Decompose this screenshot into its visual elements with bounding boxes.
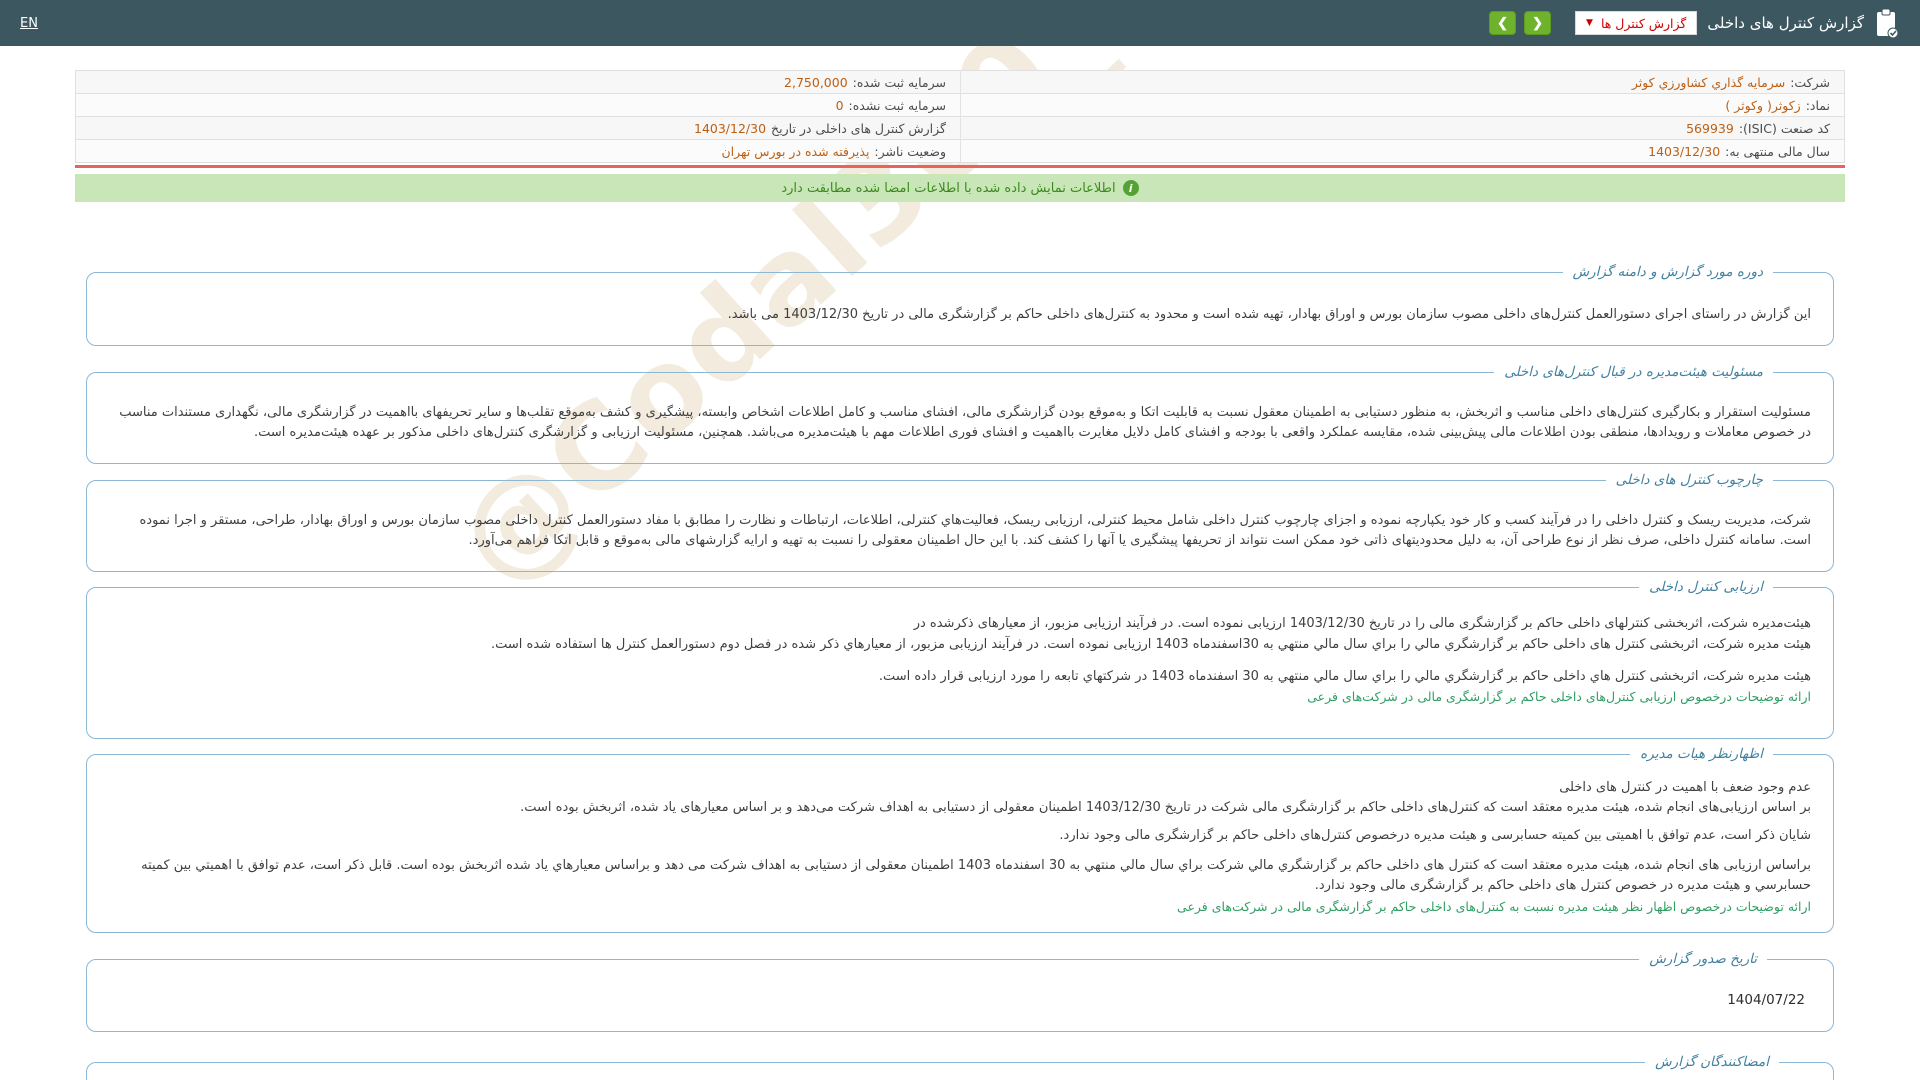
- fiscal-year-cell: سال مالی منتهی به: 1403/12/30: [960, 140, 1844, 162]
- opinion-line-1: عدم وجود ضعف با اهمیت در کنترل های داخلی: [109, 778, 1811, 798]
- fiscal-year-value: 1403/12/30: [1648, 144, 1720, 159]
- issuer-status-label: وضعیت ناشر:: [874, 144, 946, 159]
- isic-code-label: کد صنعت (ISIC):: [1739, 121, 1830, 136]
- section-issue-date-legend: تاریخ صدور گزارش: [1639, 949, 1767, 970]
- report-date-cell: گزارش کنترل های داخلی در تاریخ 1403/12/3…: [76, 117, 960, 139]
- red-divider: [75, 165, 1845, 168]
- report-period-text: این گزارش در راستای اجرای دستورالعمل کنت…: [109, 305, 1811, 325]
- issue-date-value: 1404/07/22: [115, 990, 1805, 1011]
- registered-capital-value: 2,750,000: [784, 75, 848, 90]
- section-issue-date: تاریخ صدور گزارش 1404/07/22: [86, 949, 1834, 1032]
- symbol-label: نماد:: [1806, 98, 1830, 113]
- report-type-dropdown[interactable]: گزارش کنترل ها ▼: [1575, 11, 1697, 35]
- banner-text: اطلاعات نمایش داده شده با اطلاعات امضا ش…: [781, 181, 1115, 196]
- evaluation-line-3: هیئت مدیره شرکت، اثربخشی کنترل هاي داخلی…: [109, 667, 1811, 687]
- symbol-cell: نماد: زکوثر( وکوثر ): [960, 94, 1844, 116]
- report-date-value: 1403/12/30: [694, 121, 766, 136]
- registered-capital-label: سرمایه ثبت شده:: [853, 75, 946, 90]
- unregistered-capital-cell: سرمایه ثبت نشده: 0: [76, 94, 960, 116]
- chevron-left-icon: ❯: [1497, 15, 1508, 31]
- company-value: سرمایه گذاري کشاورزي کوثر: [1632, 75, 1785, 90]
- unregistered-capital-label: سرمایه ثبت نشده:: [849, 98, 946, 113]
- section-board-opinion: اظهارنظر هیات مدیره عدم وجود ضعف با اهمی…: [86, 744, 1834, 933]
- symbol-value: زکوثر( وکوثر ): [1725, 98, 1800, 113]
- page-title: گزارش کنترل های داخلی: [1707, 14, 1864, 32]
- section-control-framework-legend: چارچوب کنترل های داخلی: [1606, 470, 1773, 491]
- board-responsibility-text: مسئولیت استقرار و بکارگیری کنترل‌های داخ…: [109, 403, 1811, 443]
- company-label: شرکت:: [1790, 75, 1830, 90]
- issuer-status-value: پذیرفته شده در بورس تهران: [721, 144, 869, 159]
- section-report-signers: امضاکنندگان گزارش نام و نام خانوادگی سمت…: [86, 1052, 1834, 1080]
- section-control-framework: چارچوب کنترل های داخلی شرکت، مدیریت ریسک…: [86, 470, 1834, 572]
- registered-capital-cell: سرمایه ثبت شده: 2,750,000: [76, 71, 960, 93]
- evaluation-line-1: هیئت‌مدیره شرکت، اثربخشی کنترلهای داخلی …: [109, 614, 1811, 634]
- table-row: نماد: زکوثر( وکوثر ) سرمایه ثبت نشده: 0: [76, 94, 1844, 117]
- report-type-dropdown-label: گزارش کنترل ها: [1601, 16, 1686, 31]
- opinion-line-2: بر اساس ارزیابی‌های انجام شده، هیئت مدیر…: [109, 798, 1811, 818]
- report-date-label: گزارش کنترل های داخلی در تاریخ: [771, 121, 946, 136]
- previous-report-button[interactable]: ❮: [1524, 11, 1551, 35]
- chevron-right-icon: ❮: [1532, 15, 1543, 31]
- evaluation-line-2: هیئت مدیره شرکت، اثربخشی کنترل های داخلی…: [109, 635, 1811, 655]
- signature-match-banner: i اطلاعات نمایش داده شده با اطلاعات امضا…: [75, 174, 1845, 202]
- unregistered-capital-value: 0: [836, 98, 844, 113]
- table-row: کد صنعت (ISIC): 569939 گزارش کنترل های د…: [76, 117, 1844, 140]
- section-report-period: دوره مورد گزارش و دامنه گزارش این گزارش …: [86, 262, 1834, 346]
- report-clipboard-icon: [1874, 8, 1900, 38]
- section-control-evaluation: ارزیابی کنترل داخلی هیئت‌مدیره شرکت، اثر…: [86, 577, 1834, 738]
- fiscal-year-label: سال مالی منتهی به:: [1725, 144, 1830, 159]
- company-info-table: شرکت: سرمایه گذاري کشاورزي کوثر سرمایه ث…: [75, 70, 1845, 163]
- isic-code-cell: کد صنعت (ISIC): 569939: [960, 117, 1844, 139]
- section-board-opinion-legend: اظهارنظر هیات مدیره: [1630, 744, 1773, 765]
- table-row: سال مالی منتهی به: 1403/12/30 وضعیت ناشر…: [76, 140, 1844, 163]
- opinion-line-3: شایان ذکر است، عدم توافق با اهمیتی بین ک…: [109, 826, 1811, 846]
- next-report-button[interactable]: ❯: [1489, 11, 1516, 35]
- section-report-signers-legend: امضاکنندگان گزارش: [1645, 1052, 1779, 1073]
- company-name-cell: شرکت: سرمایه گذاري کشاورزي کوثر: [960, 71, 1844, 93]
- section-report-period-legend: دوره مورد گزارش و دامنه گزارش: [1563, 262, 1773, 283]
- section-control-evaluation-legend: ارزیابی کنترل داخلی: [1639, 577, 1773, 598]
- section-board-responsibility: مسئولیت هیئت‌مدیره در قبال کنترل‌های داخ…: [86, 362, 1834, 464]
- control-framework-text: شرکت، مدیریت ریسک و کنترل داخلی را در فر…: [109, 511, 1811, 551]
- opinion-paragraph: براساس ارزیابی های انجام شده، هیئت مدیره…: [109, 856, 1811, 896]
- dropdown-caret-icon: ▼: [1586, 18, 1593, 28]
- table-row: شرکت: سرمایه گذاري کشاورزي کوثر سرمایه ث…: [76, 71, 1844, 94]
- evaluation-subsidiaries-link[interactable]: ارائه توضیحات درخصوص ارزیابی کنترل‌های د…: [1307, 687, 1811, 706]
- top-header-bar: گزارش کنترل های داخلی گزارش کنترل ها ▼ ❮…: [0, 0, 1920, 46]
- info-icon: i: [1123, 180, 1139, 196]
- issuer-status-cell: وضعیت ناشر: پذیرفته شده در بورس تهران: [76, 140, 960, 162]
- section-board-responsibility-legend: مسئولیت هیئت‌مدیره در قبال کنترل‌های داخ…: [1494, 362, 1773, 383]
- language-switch-link[interactable]: EN: [20, 16, 38, 31]
- isic-code-value: 569939: [1686, 121, 1734, 136]
- opinion-subsidiaries-link[interactable]: ارائه توضیحات درخصوص اظهار نظر هیئت مدیر…: [1177, 897, 1811, 916]
